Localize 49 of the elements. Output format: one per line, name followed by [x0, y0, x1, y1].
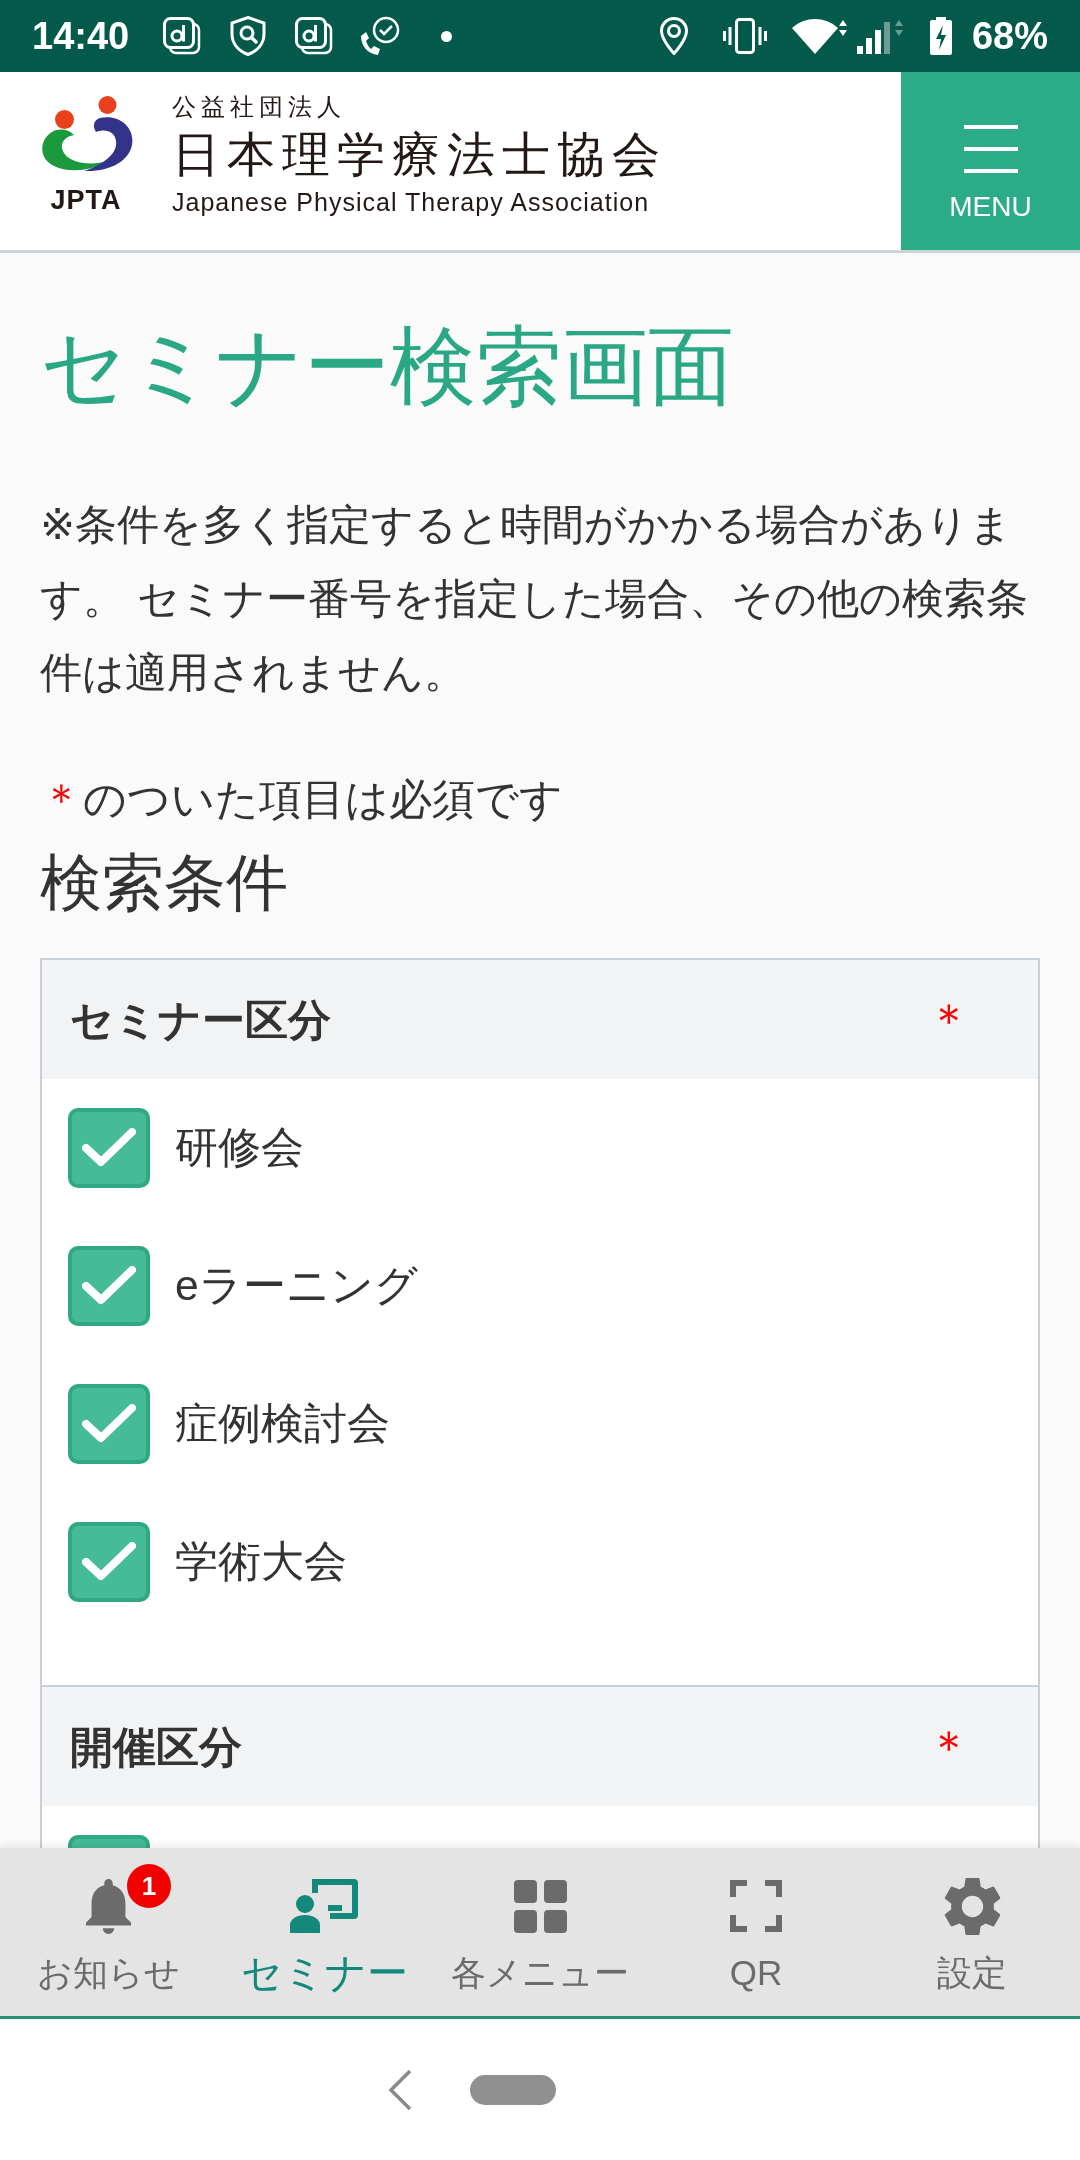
checkbox-label[interactable]: 学術大会 — [175, 1537, 347, 1587]
checkbox[interactable] — [68, 1384, 150, 1464]
settings-icon — [943, 1877, 1001, 1935]
wifi-icon — [790, 18, 847, 54]
organization-type: 公益社団法人 — [172, 93, 347, 121]
menu-button[interactable]: MENU — [901, 72, 1080, 250]
nav-tab[interactable]: 設定 — [864, 1848, 1080, 2016]
organization-name: 日本理学療法士協会 — [172, 129, 667, 181]
nav-tab[interactable]: セミナー — [216, 1848, 432, 2016]
grid-icon — [513, 1879, 567, 1933]
battery-percent: 68% — [971, 14, 1048, 58]
organization-name-english: Japanese Physical Therapy Association — [172, 188, 651, 216]
home-pill[interactable] — [470, 2074, 556, 2105]
page-title: セミナー検索画面 — [40, 317, 735, 416]
menu-icon — [963, 125, 1018, 173]
scan-corners-icon — [730, 1880, 782, 1932]
signal-icon — [856, 18, 905, 54]
nav-tab[interactable]: 各メニュー — [432, 1848, 648, 2016]
checkbox-label[interactable]: 症例検討会 — [175, 1399, 390, 1449]
notification-dot-icon — [440, 30, 452, 42]
notice-text: ※条件を多く指定すると時間がかかる場合があります。 セミナー番号を指定した場合、その他の検索条件は適用されません。 — [40, 500, 1029, 698]
required-note: ＊のついた項目は必須です — [40, 775, 564, 825]
app-notification-icon — [295, 17, 334, 55]
checkmark-icon — [82, 1404, 136, 1444]
back-chevron-icon[interactable] — [387, 2068, 413, 2111]
shield-search-icon — [230, 16, 267, 56]
checkbox[interactable] — [68, 1246, 150, 1326]
status-time: 14:40 — [32, 14, 130, 58]
group-label: セミナー区分 — [70, 994, 331, 1045]
app-notification-icon — [163, 17, 202, 55]
checkbox-label[interactable]: 研修会 — [175, 1123, 304, 1173]
checkbox[interactable] — [68, 1108, 150, 1188]
nav-tab[interactable]: QR — [648, 1848, 864, 2016]
required-mark: ＊ — [926, 1721, 972, 1772]
checkmark-icon — [82, 1542, 136, 1582]
group-label: 開催区分 — [70, 1721, 242, 1772]
notification-badge: 1 — [127, 1864, 171, 1908]
location-pin-icon — [659, 17, 688, 55]
checkbox-label[interactable]: eラーニング — [175, 1261, 418, 1311]
section-title: 検索条件 — [40, 847, 289, 919]
checkmark-icon — [82, 1128, 136, 1168]
vibrate-icon — [722, 18, 767, 54]
checkmark-icon — [82, 1266, 136, 1306]
presenter-screen-icon — [290, 1879, 358, 1933]
checkbox[interactable] — [68, 1522, 150, 1602]
battery-charging-icon — [929, 17, 952, 55]
logo-abbreviation: JPTA — [50, 185, 122, 215]
nav-tab[interactable]: 1 お知らせ — [0, 1848, 216, 2016]
required-mark: ＊ — [926, 994, 972, 1045]
